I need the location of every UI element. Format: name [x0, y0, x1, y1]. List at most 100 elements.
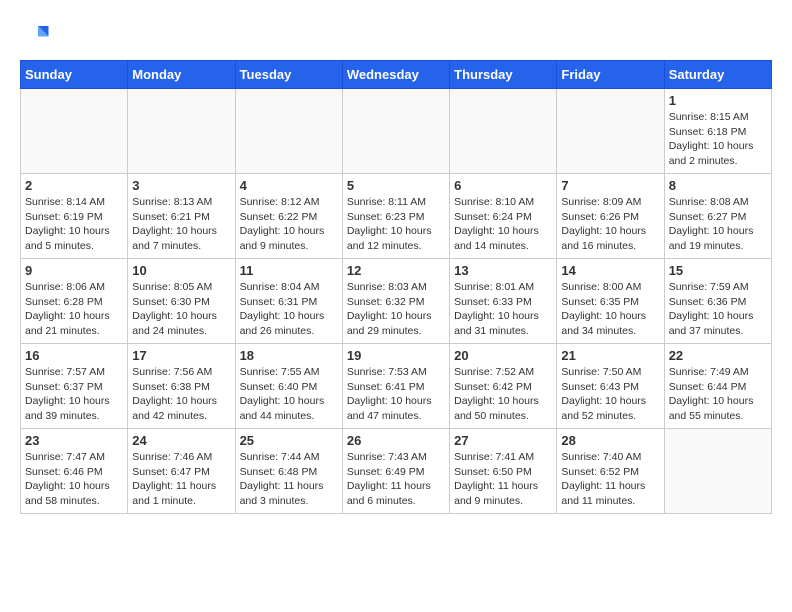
day-info: Sunrise: 7:49 AM Sunset: 6:44 PM Dayligh… [669, 365, 767, 424]
weekday-header-row: SundayMondayTuesdayWednesdayThursdayFrid… [21, 61, 772, 89]
calendar-cell: 26 Sunrise: 7:43 AM Sunset: 6:49 PM Dayli… [342, 429, 449, 514]
calendar-cell: 18 Sunrise: 7:55 AM Sunset: 6:40 PM Dayli… [235, 344, 342, 429]
day-info: Sunrise: 8:03 AM Sunset: 6:32 PM Dayligh… [347, 280, 445, 339]
day-number: 3 [132, 178, 230, 193]
calendar-cell [128, 89, 235, 174]
calendar-cell [664, 429, 771, 514]
day-number: 19 [347, 348, 445, 363]
day-number: 15 [669, 263, 767, 278]
calendar-cell [342, 89, 449, 174]
day-info: Sunrise: 8:05 AM Sunset: 6:30 PM Dayligh… [132, 280, 230, 339]
calendar-cell: 8 Sunrise: 8:08 AM Sunset: 6:27 PM Daylig… [664, 174, 771, 259]
calendar-cell: 20 Sunrise: 7:52 AM Sunset: 6:42 PM Dayli… [450, 344, 557, 429]
calendar-cell: 9 Sunrise: 8:06 AM Sunset: 6:28 PM Daylig… [21, 259, 128, 344]
calendar-cell: 7Sunrise: 8:09 AM Sunset: 6:26 PM Daylig… [557, 174, 664, 259]
calendar-cell: 10 Sunrise: 8:05 AM Sunset: 6:30 PM Dayli… [128, 259, 235, 344]
day-info: Sunrise: 8:01 AM Sunset: 6:33 PM Dayligh… [454, 280, 552, 339]
weekday-header: Monday [128, 61, 235, 89]
calendar-cell: 2 Sunrise: 8:14 AM Sunset: 6:19 PM Daylig… [21, 174, 128, 259]
calendar-cell: 1 Sunrise: 8:15 AM Sunset: 6:18 PM Daylig… [664, 89, 771, 174]
day-info: Sunrise: 7:46 AM Sunset: 6:47 PM Dayligh… [132, 450, 230, 509]
day-info: Sunrise: 7:41 AM Sunset: 6:50 PM Dayligh… [454, 450, 552, 509]
day-info: Sunrise: 7:56 AM Sunset: 6:38 PM Dayligh… [132, 365, 230, 424]
day-number: 11 [240, 263, 338, 278]
calendar-cell: 27 Sunrise: 7:41 AM Sunset: 6:50 PM Dayli… [450, 429, 557, 514]
day-number: 8 [669, 178, 767, 193]
calendar-week-row: 1 Sunrise: 8:15 AM Sunset: 6:18 PM Daylig… [21, 89, 772, 174]
calendar-cell: 6 Sunrise: 8:10 AM Sunset: 6:24 PM Daylig… [450, 174, 557, 259]
day-info: Sunrise: 7:55 AM Sunset: 6:40 PM Dayligh… [240, 365, 338, 424]
day-info: Sunrise: 7:52 AM Sunset: 6:42 PM Dayligh… [454, 365, 552, 424]
calendar-week-row: 2 Sunrise: 8:14 AM Sunset: 6:19 PM Daylig… [21, 174, 772, 259]
calendar-cell [450, 89, 557, 174]
weekday-header: Thursday [450, 61, 557, 89]
day-info: Sunrise: 8:13 AM Sunset: 6:21 PM Dayligh… [132, 195, 230, 254]
day-info: Sunrise: 7:44 AM Sunset: 6:48 PM Dayligh… [240, 450, 338, 509]
day-number: 6 [454, 178, 552, 193]
day-info: Sunrise: 7:53 AM Sunset: 6:41 PM Dayligh… [347, 365, 445, 424]
day-number: 13 [454, 263, 552, 278]
calendar-cell: 14Sunrise: 8:00 AM Sunset: 6:35 PM Dayli… [557, 259, 664, 344]
day-info: Sunrise: 7:47 AM Sunset: 6:46 PM Dayligh… [25, 450, 123, 509]
day-info: Sunrise: 8:14 AM Sunset: 6:19 PM Dayligh… [25, 195, 123, 254]
calendar-cell: 21 Sunrise: 7:50 AM Sunset: 6:43 PM Dayli… [557, 344, 664, 429]
calendar-cell: 23 Sunrise: 7:47 AM Sunset: 6:46 PM Dayli… [21, 429, 128, 514]
calendar-cell: 3 Sunrise: 8:13 AM Sunset: 6:21 PM Daylig… [128, 174, 235, 259]
day-number: 26 [347, 433, 445, 448]
calendar-cell: 16 Sunrise: 7:57 AM Sunset: 6:37 PM Dayli… [21, 344, 128, 429]
day-info: Sunrise: 7:50 AM Sunset: 6:43 PM Dayligh… [561, 365, 659, 424]
weekday-header: Sunday [21, 61, 128, 89]
calendar-cell: 13 Sunrise: 8:01 AM Sunset: 6:33 PM Dayli… [450, 259, 557, 344]
calendar-cell: 25 Sunrise: 7:44 AM Sunset: 6:48 PM Dayli… [235, 429, 342, 514]
logo [20, 20, 54, 50]
calendar-cell: 15 Sunrise: 7:59 AM Sunset: 6:36 PM Dayli… [664, 259, 771, 344]
calendar-cell: 22Sunrise: 7:49 AM Sunset: 6:44 PM Dayli… [664, 344, 771, 429]
weekday-header: Saturday [664, 61, 771, 89]
day-info: Sunrise: 8:06 AM Sunset: 6:28 PM Dayligh… [25, 280, 123, 339]
day-number: 24 [132, 433, 230, 448]
calendar-cell [21, 89, 128, 174]
day-number: 1 [669, 93, 767, 108]
calendar-cell [557, 89, 664, 174]
calendar-week-row: 9 Sunrise: 8:06 AM Sunset: 6:28 PM Daylig… [21, 259, 772, 344]
calendar-week-row: 16 Sunrise: 7:57 AM Sunset: 6:37 PM Dayli… [21, 344, 772, 429]
day-info: Sunrise: 7:40 AM Sunset: 6:52 PM Dayligh… [561, 450, 659, 509]
calendar-cell [235, 89, 342, 174]
day-info: Sunrise: 8:08 AM Sunset: 6:27 PM Dayligh… [669, 195, 767, 254]
calendar-cell: 12 Sunrise: 8:03 AM Sunset: 6:32 PM Dayli… [342, 259, 449, 344]
calendar-cell: 5 Sunrise: 8:11 AM Sunset: 6:23 PM Daylig… [342, 174, 449, 259]
day-number: 28 [561, 433, 659, 448]
day-number: 17 [132, 348, 230, 363]
day-info: Sunrise: 8:04 AM Sunset: 6:31 PM Dayligh… [240, 280, 338, 339]
calendar-table: SundayMondayTuesdayWednesdayThursdayFrid… [20, 60, 772, 514]
weekday-header: Tuesday [235, 61, 342, 89]
calendar-cell: 24 Sunrise: 7:46 AM Sunset: 6:47 PM Dayli… [128, 429, 235, 514]
day-number: 5 [347, 178, 445, 193]
logo-icon [20, 20, 50, 50]
day-number: 21 [561, 348, 659, 363]
day-number: 20 [454, 348, 552, 363]
day-number: 4 [240, 178, 338, 193]
day-number: 7 [561, 178, 659, 193]
day-number: 27 [454, 433, 552, 448]
day-info: Sunrise: 8:10 AM Sunset: 6:24 PM Dayligh… [454, 195, 552, 254]
calendar-cell: 19 Sunrise: 7:53 AM Sunset: 6:41 PM Dayli… [342, 344, 449, 429]
page-header [20, 20, 772, 50]
day-number: 16 [25, 348, 123, 363]
day-number: 2 [25, 178, 123, 193]
day-number: 18 [240, 348, 338, 363]
day-number: 9 [25, 263, 123, 278]
day-number: 14 [561, 263, 659, 278]
day-number: 12 [347, 263, 445, 278]
day-info: Sunrise: 7:59 AM Sunset: 6:36 PM Dayligh… [669, 280, 767, 339]
day-number: 23 [25, 433, 123, 448]
day-info: Sunrise: 8:12 AM Sunset: 6:22 PM Dayligh… [240, 195, 338, 254]
day-number: 25 [240, 433, 338, 448]
weekday-header: Friday [557, 61, 664, 89]
day-info: Sunrise: 8:11 AM Sunset: 6:23 PM Dayligh… [347, 195, 445, 254]
day-info: Sunrise: 7:57 AM Sunset: 6:37 PM Dayligh… [25, 365, 123, 424]
day-number: 10 [132, 263, 230, 278]
day-info: Sunrise: 8:15 AM Sunset: 6:18 PM Dayligh… [669, 110, 767, 169]
day-info: Sunrise: 7:43 AM Sunset: 6:49 PM Dayligh… [347, 450, 445, 509]
calendar-week-row: 23 Sunrise: 7:47 AM Sunset: 6:46 PM Dayli… [21, 429, 772, 514]
